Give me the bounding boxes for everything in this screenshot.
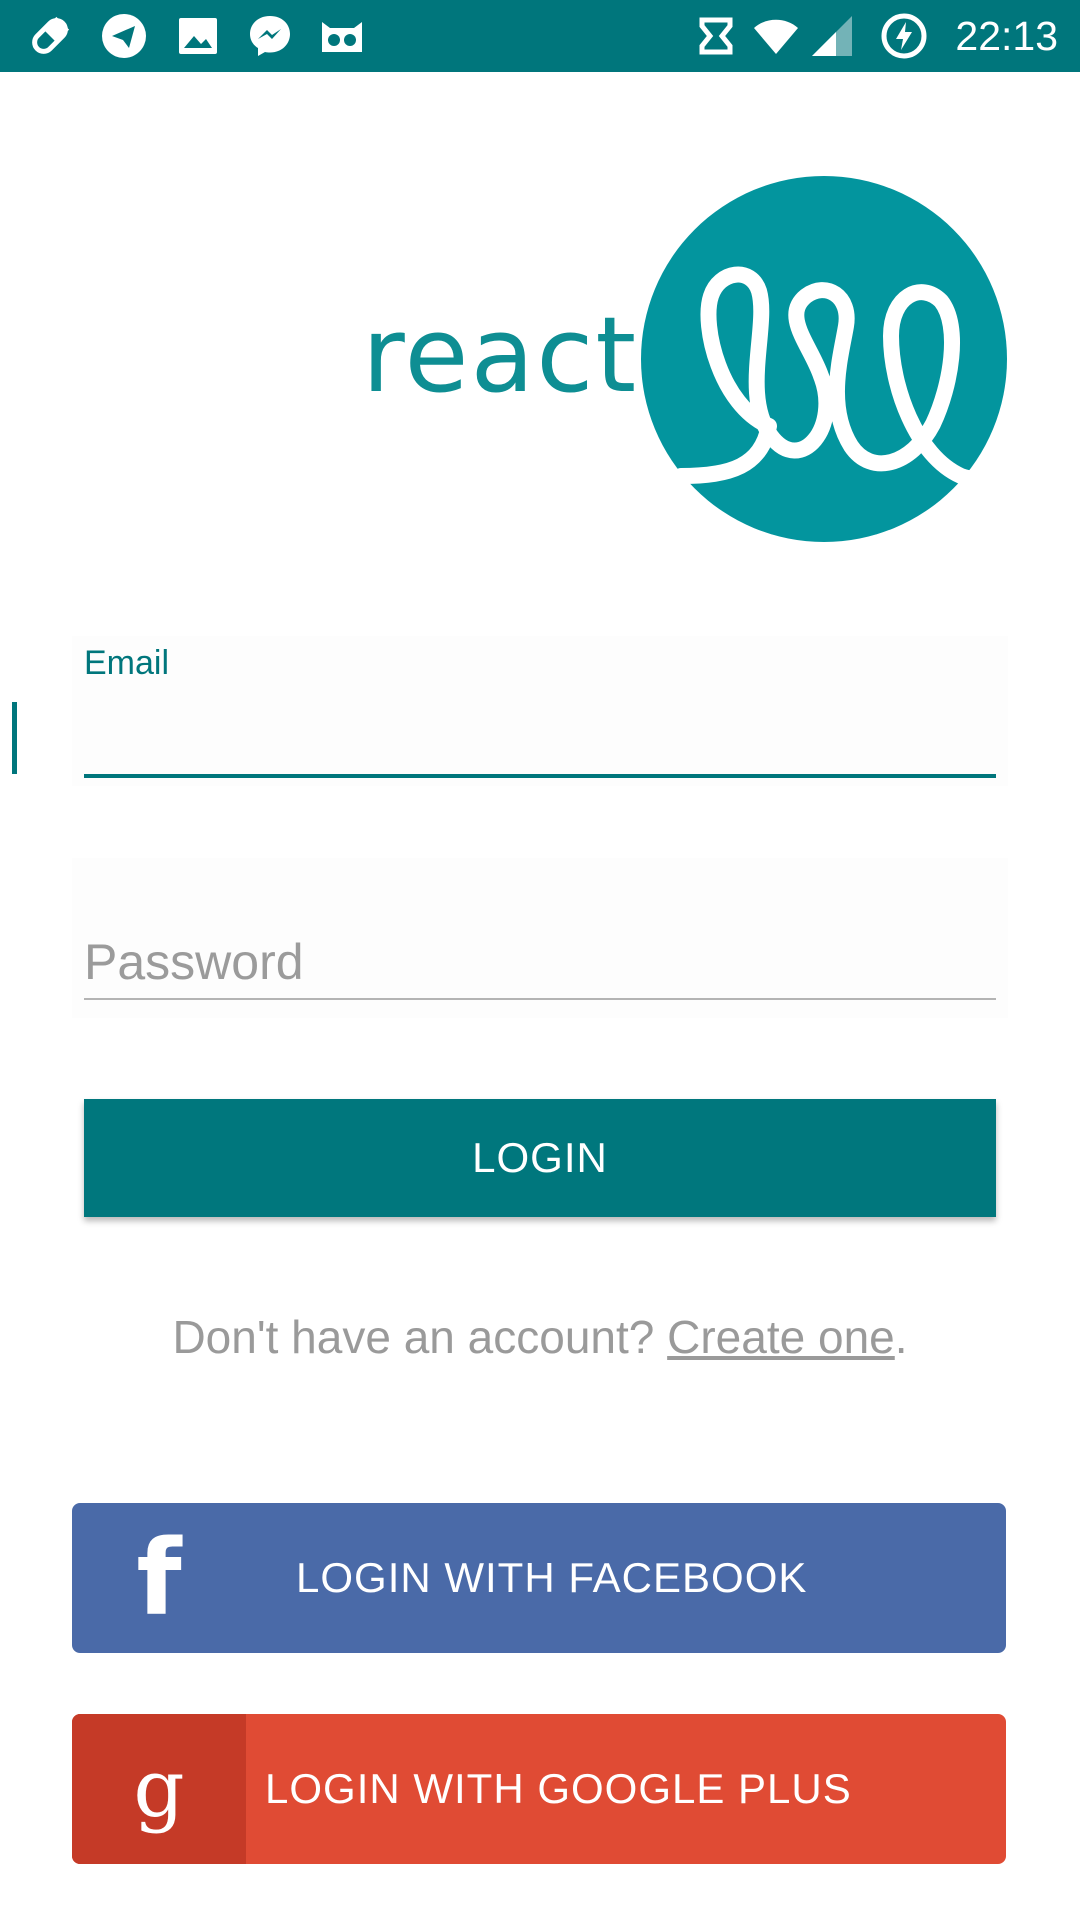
text-cursor [12,702,17,774]
create-account-link[interactable]: Create one [667,1311,895,1363]
email-field-container: Email [72,636,1008,786]
facebook-glyph: f [136,1517,182,1639]
logo-loop-icon [641,176,1007,542]
battery-charging-icon [881,13,927,59]
robot-icon [322,22,362,52]
status-bar: 22:13 [0,0,1080,72]
email-label: Email [84,644,170,682]
pill-icon [32,16,70,54]
password-input[interactable] [84,926,996,1000]
image-icon [179,18,217,54]
status-time: 22:13 [955,13,1058,59]
password-field-container [72,858,1008,1018]
signup-text: Don't have an account? [172,1311,668,1363]
google-glyph: g [133,1742,185,1835]
nfc-icon [699,17,733,55]
signup-prompt: Don't have an account? Create one. [0,1310,1080,1364]
login-button[interactable]: LOGIN [84,1099,996,1217]
logo-wordmark: react [362,294,639,416]
wifi-icon [754,19,798,54]
google-plus-icon: g [72,1714,246,1864]
signup-suffix: . [894,1311,908,1363]
facebook-login-button[interactable]: f LOGIN WITH FACEBOOK [72,1503,1006,1653]
google-login-button[interactable]: g LOGIN WITH GOOGLE PLUS [72,1714,1006,1864]
messenger-icon [250,16,290,56]
facebook-icon: f [72,1503,246,1653]
telegram-icon [102,14,146,58]
facebook-login-label: LOGIN WITH FACEBOOK [296,1554,808,1601]
email-input[interactable] [84,702,996,778]
google-login-label: LOGIN WITH GOOGLE PLUS [265,1765,852,1812]
signal-icon [812,16,852,56]
